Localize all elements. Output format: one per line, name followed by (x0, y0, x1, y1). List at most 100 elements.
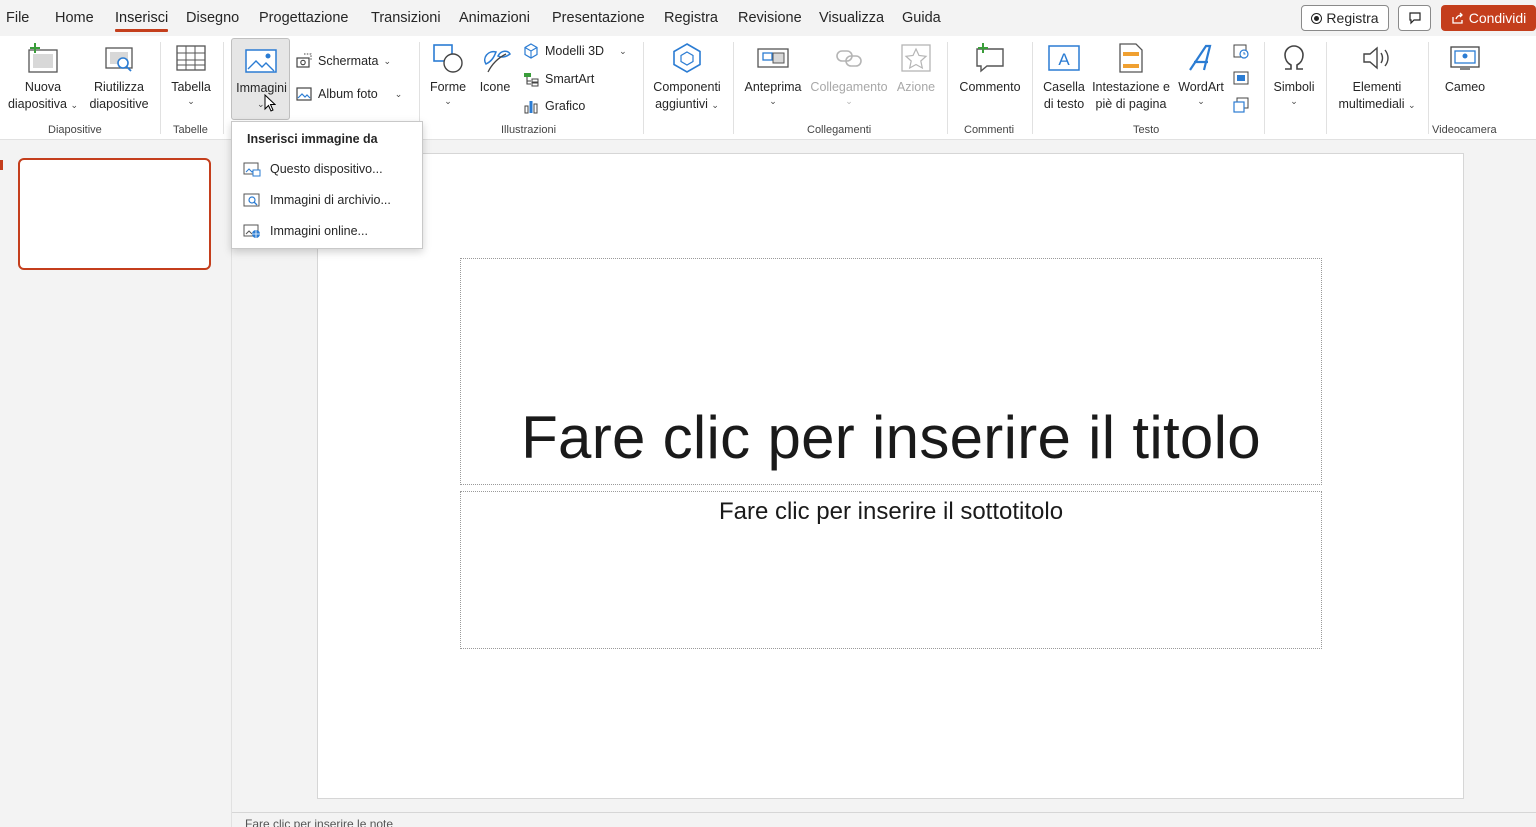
zoom-preview-icon (755, 40, 791, 76)
object-icon (1232, 96, 1250, 114)
subtitle-placeholder-text: Fare clic per inserire il sottotitolo (718, 498, 1064, 525)
group-separator (1032, 42, 1033, 134)
tab-disegno[interactable]: Disegno (186, 10, 239, 26)
cameo-button[interactable]: Cameo (1438, 40, 1492, 96)
group-label-tabelle: Tabelle (173, 124, 208, 136)
cameo-camera-icon (1447, 40, 1483, 76)
online-images-icon (243, 223, 261, 239)
mouse-cursor-icon (264, 93, 277, 117)
group-separator (223, 42, 224, 134)
group-label-diapositive: Diapositive (48, 124, 102, 136)
link-chain-icon (831, 40, 867, 76)
slide-thumbnail-1[interactable] (18, 158, 211, 270)
picture-icon (244, 47, 278, 80)
group-separator (1326, 42, 1327, 134)
group-separator (733, 42, 734, 134)
tab-progettazione[interactable]: Progettazione (259, 10, 348, 26)
3d-models-button[interactable]: Modelli 3D ⌄ (522, 42, 627, 60)
device-image-icon (243, 161, 261, 177)
group-label-illustrazioni: Illustrazioni (501, 124, 557, 136)
title-placeholder[interactable]: Fare clic per inserire il titolo (460, 258, 1322, 485)
header-footer-button[interactable]: Intestazione e piè di pagina (1090, 40, 1172, 113)
comment-button[interactable]: Commento (954, 40, 1026, 96)
shapes-icon (430, 40, 466, 76)
menu-item-this-device[interactable]: Questo dispositivo... (243, 161, 383, 177)
table-button[interactable]: Tabella ⌄ (167, 40, 215, 106)
comments-button[interactable] (1398, 5, 1431, 31)
bar-chart-icon (522, 97, 540, 115)
photo-album-button[interactable]: Album foto ⌄ (295, 85, 402, 103)
menu-item-online-images[interactable]: Immagini online... (243, 223, 368, 239)
icons-button[interactable]: Icone (474, 40, 516, 96)
group-label-videocamera: Videocamera (1432, 124, 1497, 136)
table-icon (173, 40, 209, 76)
cube-3d-icon (522, 42, 540, 60)
screenshot-button[interactable]: Schermata ⌄ (295, 52, 391, 70)
menu-heading: Inserisci immagine da (247, 132, 378, 146)
title-placeholder-text: Fare clic per inserire il titolo (521, 404, 1261, 471)
menu-item-stock-images[interactable]: Immagini di archivio... (243, 192, 391, 208)
pictures-button[interactable]: Immagini ⌄ (231, 38, 290, 120)
media-button[interactable]: Elementi multimediali ⌄ (1332, 40, 1422, 113)
new-slide-icon (25, 40, 61, 76)
tab-home[interactable]: Home (55, 10, 94, 26)
share-label: Condividi (1468, 10, 1527, 26)
action-button[interactable]: Azione (893, 40, 939, 96)
share-icon (1452, 12, 1463, 24)
reuse-slides-icon (101, 40, 137, 76)
speaker-media-icon (1359, 40, 1395, 76)
tab-visualizza[interactable]: Visualizza (819, 10, 884, 26)
notes-pane[interactable]: Fare clic per inserire le note (232, 812, 1536, 827)
symbols-button[interactable]: Simboli ⌄ (1269, 40, 1319, 106)
tab-transizioni[interactable]: Transizioni (371, 10, 441, 26)
add-ins-button[interactable]: Componenti aggiuntivi ⌄ (648, 40, 726, 113)
svg-text:A: A (1058, 50, 1070, 69)
icons-gallery-icon (477, 40, 513, 76)
smartart-icon (522, 70, 540, 88)
group-separator (947, 42, 948, 134)
text-box-icon: A (1046, 40, 1082, 76)
pictures-label: Immagini (236, 81, 287, 95)
add-ins-hexagon-icon (669, 40, 705, 76)
insert-picture-menu: Inserisci immagine da Questo dispositivo… (231, 121, 423, 249)
notes-hint: Fare clic per inserire le note (245, 817, 394, 827)
header-footer-icon (1113, 40, 1149, 76)
object-button[interactable] (1232, 96, 1250, 114)
zoom-preview-button[interactable]: Anteprima ⌄ (741, 40, 805, 106)
subtitle-placeholder[interactable]: Fare clic per inserire il sottotitolo (460, 491, 1322, 649)
slide-indicator (0, 160, 3, 170)
text-box-button[interactable]: A Casella di testo (1040, 40, 1088, 113)
reuse-slides-button[interactable]: Riutilizza diapositive (84, 40, 154, 113)
date-time-icon (1232, 42, 1250, 60)
date-time-button[interactable] (1232, 42, 1250, 60)
group-separator (1264, 42, 1265, 134)
new-slide-button[interactable]: Nuova diapositiva ⌄ (5, 40, 81, 113)
share-button[interactable]: Condividi (1441, 5, 1536, 31)
tab-guida[interactable]: Guida (902, 10, 941, 26)
link-button[interactable]: Collegamento ⌄ (808, 40, 890, 106)
tab-presentazione[interactable]: Presentazione (552, 10, 645, 26)
screenshot-icon (295, 52, 313, 70)
tab-inserisci[interactable]: Inserisci (115, 10, 169, 32)
slide-number-button[interactable] (1232, 69, 1250, 87)
tab-file[interactable]: File (6, 10, 29, 26)
smartart-button[interactable]: SmartArt (522, 70, 594, 88)
shapes-button[interactable]: Forme ⌄ (427, 40, 469, 106)
stock-images-icon (243, 192, 261, 208)
slide-number-icon (1232, 69, 1250, 87)
record-icon (1311, 12, 1323, 24)
tab-revisione[interactable]: Revisione (738, 10, 802, 26)
group-label-testo: Testo (1133, 124, 1160, 136)
tab-animazioni[interactable]: Animazioni (459, 10, 530, 26)
tab-bar: File Home Inserisci Disegno Progettazion… (0, 0, 1536, 36)
action-star-icon (898, 40, 934, 76)
group-separator (643, 42, 644, 134)
wordart-button[interactable]: WordArt ⌄ (1175, 40, 1227, 106)
record-button[interactable]: Registra (1301, 5, 1389, 31)
chart-button[interactable]: Grafico (522, 97, 585, 115)
group-label-commenti: Commenti (964, 124, 1015, 136)
tab-registra[interactable]: Registra (664, 10, 718, 26)
comment-bubble-icon (1408, 12, 1421, 25)
group-separator (160, 42, 161, 134)
group-separator (1428, 42, 1429, 134)
